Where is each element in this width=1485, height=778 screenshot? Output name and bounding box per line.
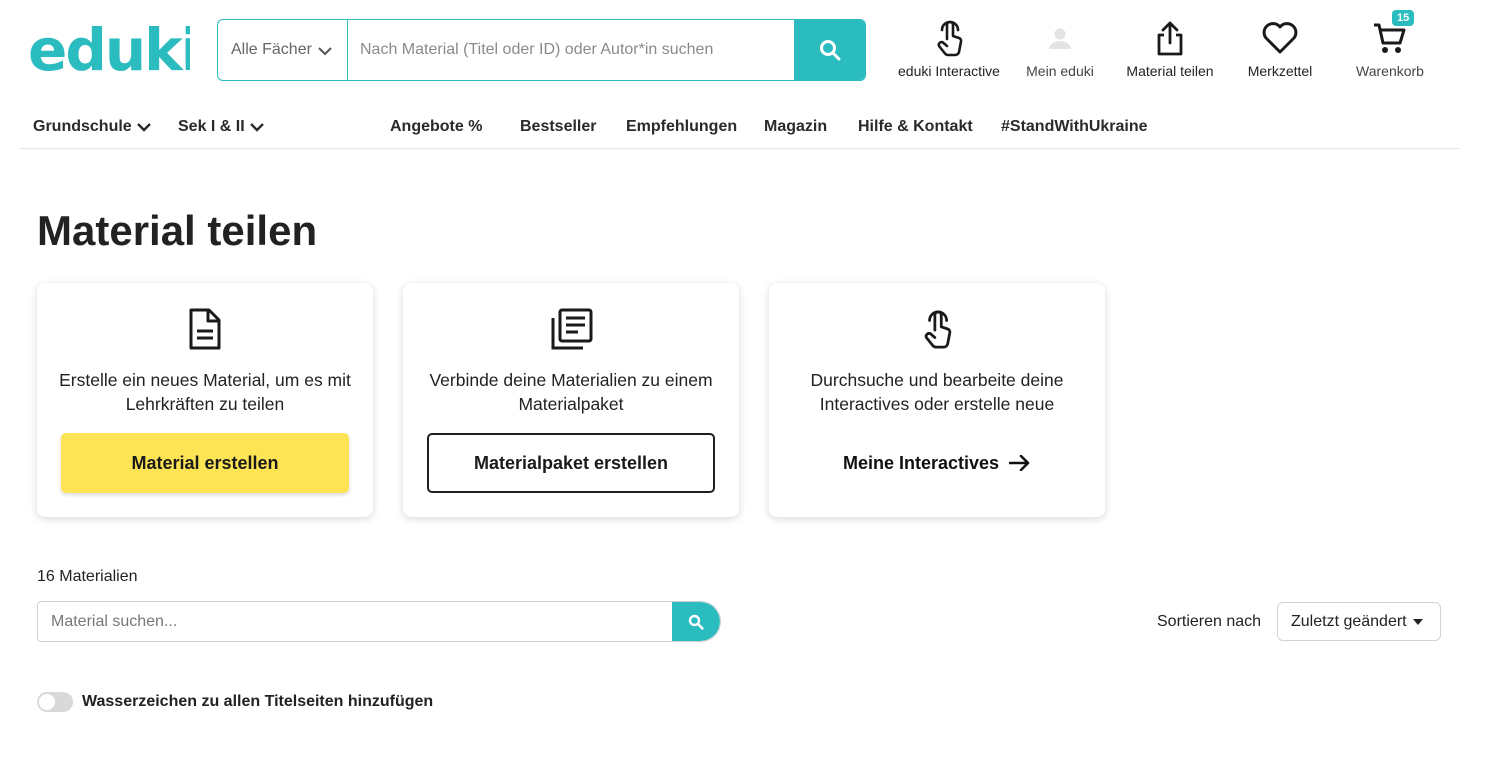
header-nav-label: Mein eduki [1026,63,1094,79]
card-description: Verbinde deine Materialien zu einem Mate… [429,370,713,414]
subject-dropdown-label: Alle Fächer [231,41,312,58]
watermark-toggle-label: Wasserzeichen zu allen Titelseiten hinzu… [82,693,434,710]
header-nav-label: eduki Interactive [898,63,1000,79]
create-material-button[interactable]: Material erstellen [61,433,349,493]
header-nav-label: Warenkorb [1356,63,1424,79]
arrow-right-icon [1009,455,1030,471]
category-nav: Grundschule Sek I & II Angebote % Bestse… [19,108,1460,149]
cat-nav-label: Magazin [764,118,828,135]
caret-down-icon [1412,618,1423,625]
material-search-bar [37,601,721,642]
header-nav-warenkorb[interactable]: 15 Warenkorb [1320,10,1460,82]
search-icon [688,614,704,630]
chevron-down-icon [318,47,332,56]
page-title: Material teilen [37,207,318,254]
cat-nav-angebote[interactable]: Angebote % [390,118,482,136]
cat-nav-label: Empfehlungen [626,118,738,135]
cat-nav-label: Angebote % [390,118,483,135]
create-bundle-card: Verbinde deine Materialien zu einem Mate… [403,283,739,517]
header-nav-label: Material teilen [1126,63,1214,79]
chevron-down-icon [249,122,264,132]
cat-nav-hilfe-kontakt[interactable]: Hilfe & Kontakt [858,118,973,136]
global-search-bar: Alle Fächer [217,19,866,81]
cat-nav-label: Bestseller [520,118,597,135]
logo-text: eduki [28,18,190,80]
cat-nav-grundschule[interactable]: Grundschule [33,118,152,136]
cat-nav-label: Hilfe & Kontakt [858,118,973,135]
document-icon [189,308,221,350]
cat-nav-label: Sek I & II [178,118,245,135]
search-icon [819,40,840,61]
material-search-button[interactable] [672,602,720,641]
share-upload-icon [1157,21,1183,56]
search-button[interactable] [794,20,865,80]
cat-nav-magazin[interactable]: Magazin [764,118,827,136]
touch-hand-icon [937,20,963,57]
cat-nav-bestseller[interactable]: Bestseller [520,118,597,136]
cat-nav-sek[interactable]: Sek I & II [178,118,265,136]
cat-nav-empfehlungen[interactable]: Empfehlungen [626,118,737,136]
card-description: Erstelle ein neues Material, um es mit L… [59,370,351,414]
card-description: Durchsuche und bearbeite deine Interacti… [810,370,1064,414]
global-search-input[interactable] [348,20,794,80]
cat-nav-standwithukraine[interactable]: #StandWithUkraine [1001,118,1148,136]
touch-hand-icon [924,310,952,349]
sort-dropdown[interactable]: Zuletzt geändert [1277,602,1441,641]
toggle-knob [39,694,55,710]
my-interactives-link[interactable]: Meine Interactives [793,433,1081,493]
eduki-logo[interactable]: eduki [28,18,190,80]
material-search-input[interactable] [38,602,672,641]
materials-count: 16 Materialien [37,568,138,585]
bundle-icon [551,308,593,350]
cart-count-badge: 15 [1392,10,1415,26]
create-bundle-button[interactable]: Materialpaket erstellen [427,433,715,493]
watermark-toggle[interactable] [37,692,73,712]
subject-dropdown[interactable]: Alle Fächer [218,20,348,80]
user-icon [1049,28,1071,49]
cat-nav-label: #StandWithUkraine [1001,118,1148,135]
create-material-card: Erstelle ein neues Material, um es mit L… [37,283,373,517]
interactives-card: Durchsuche und bearbeite deine Interacti… [769,283,1105,517]
sort-label: Sortieren nach [1157,613,1262,630]
chevron-down-icon [136,122,151,132]
cat-nav-label: Grundschule [33,118,132,135]
sort-dropdown-value: Zuletzt geändert [1291,612,1407,630]
header-nav-label: Merkzettel [1247,63,1313,79]
heart-icon [1262,22,1298,54]
my-interactives-label: Meine Interactives [842,452,1000,473]
